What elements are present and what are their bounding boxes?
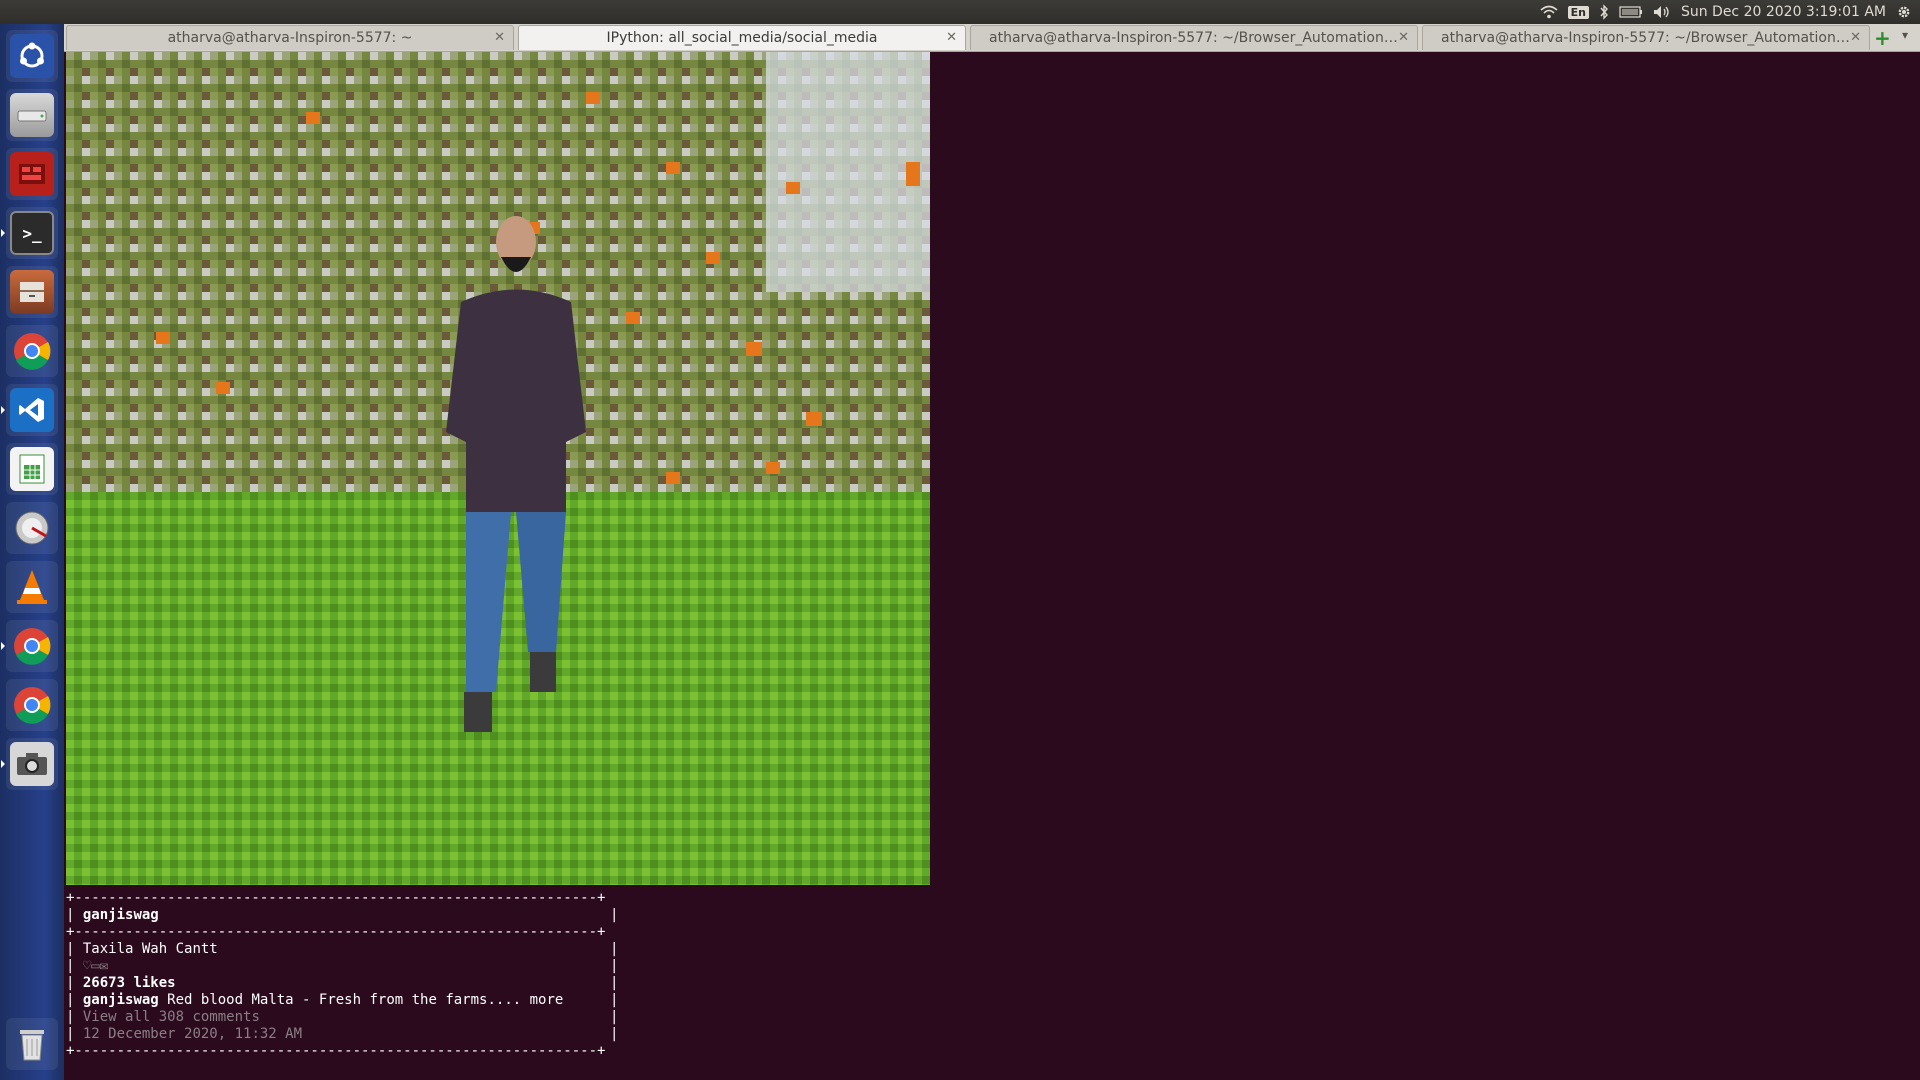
terminal-icon: >_ — [10, 211, 54, 255]
border-bar: | — [66, 1009, 75, 1025]
close-icon[interactable]: ✕ — [946, 30, 957, 45]
file-cabinet-icon — [10, 270, 54, 314]
hard-drive-icon — [10, 93, 54, 137]
post-comments-row: | View all 308 comments | — [66, 1009, 618, 1026]
post-header-bottom-border: +---------------------------------------… — [66, 924, 606, 940]
camera-launcher[interactable] — [1, 738, 58, 790]
post-date: 12 December 2020, 11:32 AM — [82, 1026, 303, 1042]
top-panel: En Sun Dec 20 2020 3:19:01 AM — [0, 0, 1920, 24]
red-app-launcher[interactable] — [6, 148, 58, 200]
post-likes-row: | 26673 likes | — [66, 975, 618, 992]
volume-icon[interactable] — [1653, 5, 1671, 19]
tab-label: IPython: all_social_media/social_media — [606, 30, 878, 46]
disk-gauge-icon — [10, 506, 54, 550]
tab-home-terminal[interactable]: atharva@atharva-Inspiron-5577: ~ ✕ — [66, 25, 514, 50]
post-location-row: | Taxila Wah Cantt | — [66, 941, 618, 958]
spreadsheet-launcher[interactable] — [6, 443, 58, 495]
post-caption: Red blood Malta - Fresh from the farms..… — [167, 992, 564, 1008]
bluetooth-icon[interactable] — [1599, 4, 1609, 20]
border-bar: | — [610, 992, 619, 1008]
tab-label: atharva@atharva-Inspiron-5577: ~ — [167, 30, 413, 46]
post-card-top-border: +---------------------------------------… — [66, 890, 606, 906]
vscode-launcher[interactable] — [1, 384, 58, 436]
tab-menu-chevron-down-icon[interactable]: ▾ — [1902, 28, 1908, 42]
border-bar: | — [610, 907, 619, 923]
file-manager-launcher[interactable] — [6, 266, 58, 318]
close-icon[interactable]: ✕ — [1398, 30, 1409, 45]
post-likes: 26673 likes — [82, 975, 176, 991]
launcher: >_ — [0, 24, 65, 1080]
red-app-icon — [10, 152, 54, 196]
system-tray: En Sun Dec 20 2020 3:19:01 AM — [1540, 0, 1912, 24]
post-username[interactable]: ganjiswag — [83, 907, 159, 923]
border-bar: | — [66, 958, 75, 974]
drive-launcher[interactable] — [6, 89, 58, 141]
post-card-bottom-border: +---------------------------------------… — [66, 1043, 606, 1059]
post-actions-row: | ♡▭✉ | — [66, 958, 618, 975]
caption-username[interactable]: ganjiswag — [83, 992, 159, 1008]
view-comments-link[interactable]: View all 308 comments — [83, 1009, 260, 1025]
camera-icon — [10, 742, 54, 786]
chrome-launcher-2[interactable] — [1, 620, 58, 672]
spreadsheet-icon — [10, 447, 54, 491]
border-bar: | — [66, 1026, 75, 1042]
border-bar: | — [610, 958, 619, 974]
chrome-icon — [10, 683, 54, 727]
tab-ipython[interactable]: IPython: all_social_media/social_media ✕ — [518, 25, 966, 50]
vlc-cone-icon — [10, 565, 54, 609]
disk-tool-launcher[interactable] — [6, 502, 58, 554]
vlc-launcher[interactable] — [6, 561, 58, 613]
chrome-icon — [10, 329, 54, 373]
tab-label: atharva@atharva-Inspiron-5577: ~/Browser… — [989, 30, 1399, 46]
border-bar: | — [66, 941, 75, 957]
tab-label: atharva@atharva-Inspiron-5577: ~/Browser… — [1441, 30, 1851, 46]
post-action-icons[interactable]: ♡▭✉ — [83, 958, 108, 974]
border-bar: | — [66, 907, 75, 923]
close-icon[interactable]: ✕ — [1850, 30, 1861, 45]
new-tab-plus-icon[interactable]: + — [1874, 26, 1891, 50]
tab-browser-automation-1[interactable]: atharva@atharva-Inspiron-5577: ~/Browser… — [970, 25, 1418, 50]
chrome-icon — [10, 624, 54, 668]
wifi-icon[interactable] — [1540, 5, 1558, 19]
post-card: +---------------------------------------… — [66, 890, 618, 1060]
border-bar: | — [66, 975, 75, 991]
running-indicator — [1, 229, 5, 237]
border-bar: | — [610, 1009, 619, 1025]
tab-browser-automation-2[interactable]: atharva@atharva-Inspiron-5577: ~/Browser… — [1422, 25, 1870, 50]
running-indicator — [1, 406, 5, 414]
vscode-icon — [10, 388, 54, 432]
terminal-tab-bar: atharva@atharva-Inspiron-5577: ~ ✕ IPyth… — [64, 24, 1920, 52]
ubuntu-dash-launcher[interactable] — [6, 30, 58, 82]
running-indicator — [1, 760, 5, 768]
border-bar: | — [610, 1026, 619, 1042]
terminal-content[interactable]: +---------------------------------------… — [64, 52, 1920, 1080]
close-icon[interactable]: ✕ — [494, 30, 505, 45]
clock[interactable]: Sun Dec 20 2020 3:19:01 AM — [1681, 4, 1886, 20]
trash-launcher[interactable] — [6, 1018, 58, 1070]
ubuntu-logo-icon — [10, 34, 54, 78]
post-caption-row: | ganjiswag Red blood Malta - Fresh from… — [66, 992, 618, 1009]
chrome-launcher-3[interactable] — [6, 679, 58, 731]
post-photo — [66, 52, 930, 885]
terminal-launcher[interactable]: >_ — [1, 207, 58, 259]
border-bar: | — [610, 941, 619, 957]
border-bar: | — [610, 975, 619, 991]
border-bar: | — [66, 992, 75, 1008]
chrome-launcher[interactable] — [6, 325, 58, 377]
running-indicator — [1, 642, 5, 650]
post-date-row: | 12 December 2020, 11:32 AM | — [66, 1026, 618, 1043]
settings-gear-icon[interactable] — [1896, 4, 1912, 20]
battery-icon[interactable] — [1619, 6, 1643, 18]
post-location[interactable]: Taxila Wah Cantt — [83, 941, 218, 957]
trash-icon — [10, 1022, 54, 1066]
keyboard-language-indicator[interactable]: En — [1567, 5, 1589, 19]
post-header-row: | ganjiswag | — [66, 907, 618, 924]
